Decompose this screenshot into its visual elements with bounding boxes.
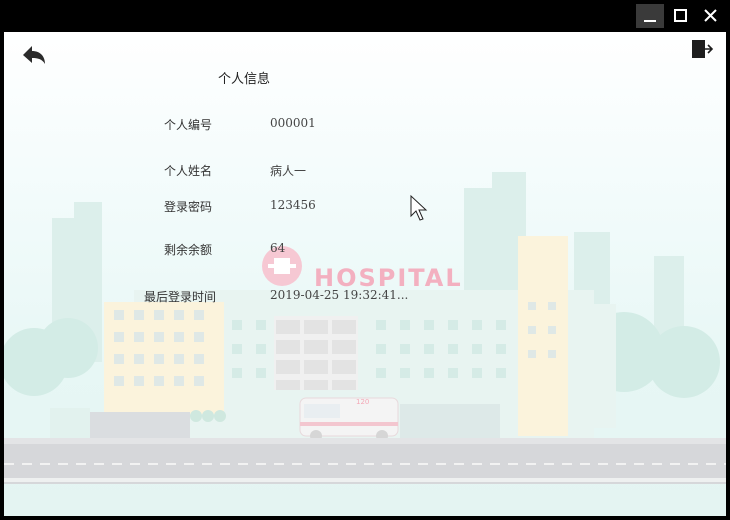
maximize-button[interactable]	[667, 4, 695, 28]
last-login-label: 最后登录时间	[144, 290, 217, 304]
password-value: 123456	[270, 198, 316, 212]
profile-page: HOSPITAL 120 个人信息 个人编号 000001 个人姓名 病人一 登…	[4, 32, 726, 516]
page-title: 个人信息	[218, 72, 271, 87]
balance-value: 64	[270, 241, 286, 255]
maximize-icon	[674, 9, 687, 22]
password-label: 登录密码	[164, 200, 213, 214]
minimize-icon	[644, 20, 656, 22]
patient-id-value: 000001	[270, 116, 316, 130]
back-button[interactable]	[20, 42, 50, 70]
minimize-button[interactable]	[636, 4, 664, 28]
close-icon	[704, 9, 717, 22]
patient-id-label: 个人编号	[164, 118, 213, 132]
hospital-background-illustration: HOSPITAL 120	[4, 172, 726, 484]
patient-name-value: 病人一	[270, 164, 307, 178]
back-arrow-icon	[23, 46, 45, 64]
ambulance-number-text: 120	[356, 398, 369, 406]
balance-label: 剩余余额	[164, 243, 213, 257]
logout-icon	[692, 40, 714, 58]
last-login-value: 2019-04-25 19:32:41...	[270, 288, 409, 302]
patient-name-label: 个人姓名	[164, 164, 213, 178]
window-titlebar	[0, 0, 730, 32]
close-button[interactable]	[697, 4, 725, 28]
logout-button[interactable]	[690, 38, 716, 62]
mouse-cursor-icon	[410, 194, 428, 221]
